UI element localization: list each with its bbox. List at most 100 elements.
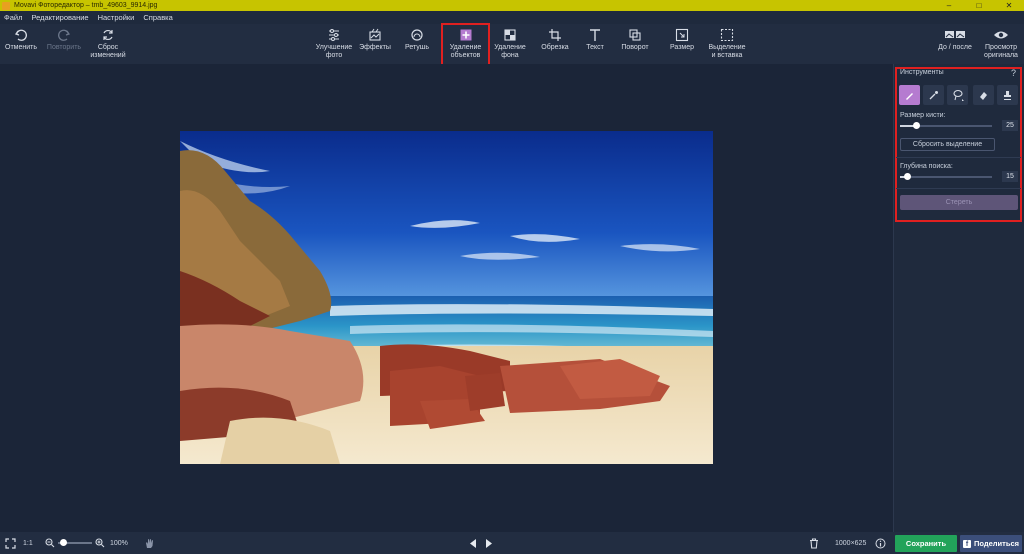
zoom-level: 100%	[110, 539, 128, 547]
menu-settings[interactable]: Настройки	[98, 13, 135, 22]
sliders-icon	[329, 29, 339, 41]
select-paste-button[interactable]: Выделение и вставка	[704, 24, 750, 64]
magic-wand-tool-button[interactable]	[923, 85, 944, 105]
fullscreen-button[interactable]	[5, 532, 16, 554]
title-bar: Movavi Фоторедактор – tmb_49603_9914.jpg…	[0, 0, 1024, 11]
undo-label: Отменить	[5, 44, 37, 51]
magic-wand-icon	[929, 90, 938, 99]
panel-divider	[896, 157, 1021, 158]
undo-button[interactable]: Отменить	[4, 24, 38, 64]
previous-image-button[interactable]	[469, 532, 477, 554]
hand-tool-button[interactable]	[144, 532, 155, 554]
text-icon	[590, 29, 600, 41]
undo-icon	[14, 29, 27, 41]
toolbar: Отменить Повторить Сброс изменений Улучш…	[0, 24, 1024, 64]
app-logo-icon	[2, 1, 10, 10]
before-after-label: До / после	[938, 44, 972, 51]
menu-file[interactable]: Файл	[4, 13, 22, 22]
zoom-in-icon	[95, 538, 105, 548]
search-depth-track[interactable]	[900, 176, 992, 178]
search-depth-slider-handle[interactable]	[904, 173, 911, 180]
retouch-icon	[411, 29, 423, 41]
arrow-right-icon	[486, 538, 492, 548]
lasso-tool-button[interactable]	[947, 85, 968, 105]
status-bar: 1:1 100% 1000×625	[0, 532, 1024, 554]
text-button[interactable]: Текст	[580, 24, 610, 64]
redo-icon	[58, 29, 71, 41]
before-after-button[interactable]: До / после	[934, 24, 976, 64]
enhance-photo-label: Улучшение фото	[315, 44, 353, 59]
crop-icon	[549, 29, 561, 41]
lasso-icon	[952, 89, 964, 101]
crop-button[interactable]: Обрезка	[537, 24, 573, 64]
window-title: Movavi Фоторедактор – tmb_49603_9914.jpg	[14, 2, 158, 9]
background-removal-icon	[504, 29, 516, 41]
resize-icon	[675, 28, 689, 42]
brush-size-label: Размер кисти:	[900, 112, 946, 119]
effects-button[interactable]: Эффекты	[356, 24, 394, 64]
before-after-icon	[945, 31, 965, 38]
facebook-icon: f	[962, 539, 971, 548]
save-button[interactable]: Сохранить	[895, 535, 957, 552]
panel-divider-2	[896, 188, 1021, 189]
image-dimensions: 1000×625	[835, 539, 867, 547]
fullscreen-icon	[5, 537, 16, 549]
redo-button[interactable]: Повторить	[44, 24, 84, 64]
arrow-left-icon	[470, 538, 476, 548]
reset-changes-label: Сброс изменений	[90, 44, 126, 59]
maximize-button[interactable]: □	[964, 0, 994, 11]
share-label: Поделиться	[973, 539, 1019, 548]
brush-size-slider-handle[interactable]	[913, 122, 920, 129]
next-image-button[interactable]	[485, 532, 493, 554]
actual-size-button[interactable]: 1:1	[23, 532, 33, 554]
reset-changes-button[interactable]: Сброс изменений	[88, 24, 128, 64]
brush-tool-button[interactable]	[899, 85, 920, 105]
eye-icon	[994, 31, 1008, 39]
stamp-tool-button[interactable]	[997, 85, 1018, 105]
search-depth-value[interactable]: 15	[1002, 171, 1018, 182]
retouch-button[interactable]: Ретушь	[400, 24, 434, 64]
view-original-label: Просмотр оригинала	[984, 44, 1018, 59]
rotate-button[interactable]: Поворот	[617, 24, 653, 64]
help-icon[interactable]: ?	[1011, 68, 1016, 78]
eraser-icon	[980, 91, 987, 100]
resize-button[interactable]: Размер	[664, 24, 700, 64]
info-button[interactable]	[875, 532, 886, 554]
background-removal-label: Удаление фона	[494, 44, 526, 59]
zoom-out-icon	[45, 538, 55, 548]
info-icon	[875, 538, 886, 548]
rotate-label: Поворот	[621, 44, 649, 51]
brush-size-value[interactable]: 25	[1002, 120, 1018, 131]
window-controls: – □ ✕	[934, 0, 1024, 11]
zoom-in-button[interactable]	[95, 532, 105, 554]
zoom-slider-handle[interactable]	[60, 539, 67, 546]
select-paste-label: Выделение и вставка	[708, 44, 746, 59]
photo-image[interactable]	[180, 131, 713, 464]
close-button[interactable]: ✕	[994, 0, 1024, 11]
minimize-button[interactable]: –	[934, 0, 964, 11]
search-depth-label: Глубина поиска:	[900, 163, 953, 170]
crop-label: Обрезка	[541, 44, 569, 51]
trash-icon	[810, 537, 818, 549]
hand-icon	[146, 538, 153, 548]
share-button[interactable]: f Поделиться	[960, 535, 1022, 552]
menu-edit[interactable]: Редактирование	[31, 13, 88, 22]
eraser-tool-button[interactable]	[973, 85, 994, 105]
beach-photo	[180, 131, 713, 464]
effects-icon	[369, 28, 381, 41]
reset-selection-button[interactable]: Сбросить выделение	[900, 138, 995, 151]
object-removal-highlight	[441, 23, 490, 67]
erase-button[interactable]: Стереть	[900, 195, 1018, 210]
background-removal-button[interactable]: Удаление фона	[490, 24, 530, 64]
stamp-icon	[1004, 90, 1011, 100]
zoom-out-button[interactable]	[45, 532, 55, 554]
enhance-photo-button[interactable]: Улучшение фото	[312, 24, 356, 64]
delete-button[interactable]	[809, 532, 819, 554]
view-original-button[interactable]: Просмотр оригинала	[980, 24, 1022, 64]
refresh-icon	[103, 29, 113, 41]
effects-label: Эффекты	[359, 44, 391, 51]
selection-icon	[720, 28, 734, 42]
brush-icon	[906, 92, 913, 100]
menu-help[interactable]: Справка	[143, 13, 172, 22]
tools-panel-title: Инструменты	[900, 69, 944, 76]
